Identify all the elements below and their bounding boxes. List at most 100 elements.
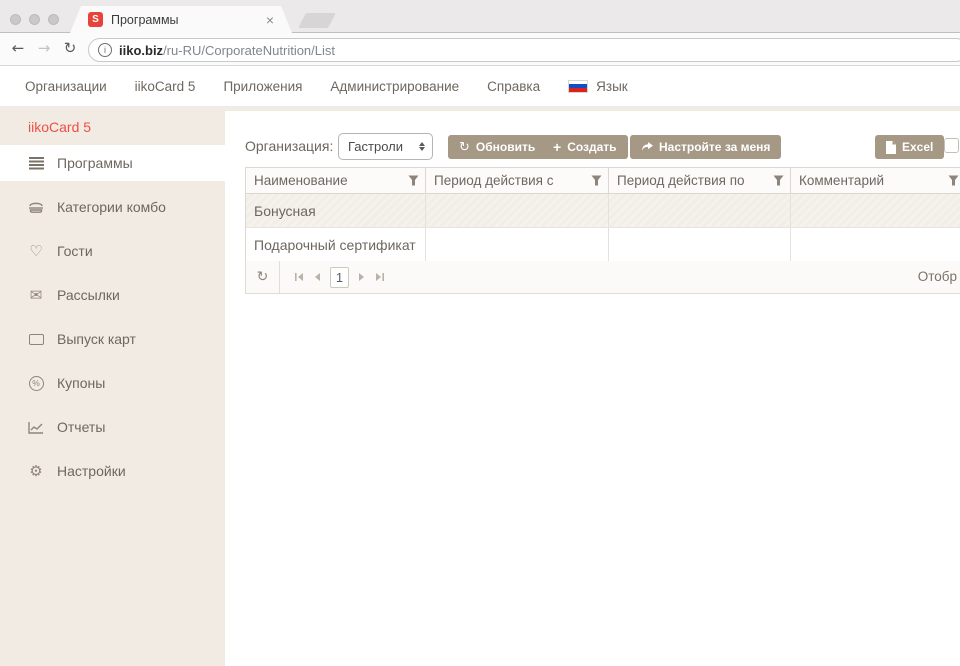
browser-toolbar: ← → ↻ i iiko.biz/ru-RU/CorporateNutritio… xyxy=(0,33,960,66)
sidebar-item-label: Категории комбо xyxy=(57,199,166,215)
next-page-icon[interactable] xyxy=(358,272,366,282)
column-header-comment[interactable]: Комментарий xyxy=(791,168,960,193)
list-icon xyxy=(26,157,46,170)
sidebar-item-label: Отчеты xyxy=(57,419,105,435)
url-path: /ru-RU/CorporateNutrition/List xyxy=(163,43,335,58)
sidebar-item-reports[interactable]: Отчеты xyxy=(0,409,225,445)
site-navigation: Организации iikoCard 5 Приложения Админи… xyxy=(0,66,960,107)
nav-item-label: Администрирование xyxy=(330,79,459,94)
browser-tab-strip: S Программы × xyxy=(0,0,960,33)
browser-tab[interactable]: S Программы × xyxy=(70,6,292,33)
table-pager: ↻ 1 Отобр xyxy=(245,261,960,294)
sidebar-item-label: Купоны xyxy=(57,375,105,391)
sidebar: iikoCard 5 Программы Категории комбо ♡ Г… xyxy=(0,107,225,666)
table-header-row: Наименование Период действия с Период де… xyxy=(246,168,960,194)
column-header-name[interactable]: Наименование xyxy=(246,168,426,193)
column-header-label: Период действия по xyxy=(617,173,745,188)
sidebar-item-programs[interactable]: Программы xyxy=(0,145,225,181)
nav-item-applications[interactable]: Приложения xyxy=(223,79,302,94)
column-header-label: Наименование xyxy=(254,173,348,188)
sidebar-item-label: Гости xyxy=(57,243,93,259)
filter-icon[interactable] xyxy=(948,175,959,186)
sidebar-item-label: Программы xyxy=(57,155,133,171)
back-icon[interactable]: ← xyxy=(8,39,28,57)
page-info-icon[interactable]: i xyxy=(98,43,112,57)
sidebar-item-coupons[interactable]: % Купоны xyxy=(0,365,225,401)
url-text: iiko.biz/ru-RU/CorporateNutrition/List xyxy=(119,43,335,58)
window-zoom-button[interactable] xyxy=(48,14,59,25)
nav-item-language[interactable]: Язык xyxy=(568,79,628,94)
window-close-button[interactable] xyxy=(10,14,21,25)
nav-item-label: iikoCard 5 xyxy=(135,79,196,94)
forward-arrow-icon xyxy=(641,142,653,152)
nav-item-help[interactable]: Справка xyxy=(487,79,540,94)
excel-option-checkbox[interactable] xyxy=(944,138,959,153)
organization-label: Организация: xyxy=(245,138,333,154)
cell-period-to xyxy=(609,228,791,262)
cell-name: Подарочный сертификат xyxy=(246,228,426,262)
previous-page-icon[interactable] xyxy=(313,272,321,282)
heart-icon: ♡ xyxy=(26,242,46,260)
pager-refresh-icon[interactable]: ↻ xyxy=(246,261,280,293)
sidebar-item-label: Выпуск карт xyxy=(57,331,136,347)
filter-icon[interactable] xyxy=(591,175,602,186)
organization-select[interactable]: Гастроли xyxy=(338,133,433,160)
sidebar-menu: Программы Категории комбо ♡ Гости ✉ Расс… xyxy=(0,145,225,497)
current-page-button[interactable]: 1 xyxy=(330,267,349,288)
percent-icon: % xyxy=(26,376,46,391)
nav-item-label: Организации xyxy=(25,79,107,94)
combo-icon xyxy=(26,201,46,213)
nav-item-iikocard[interactable]: iikoCard 5 xyxy=(135,79,196,94)
refresh-icon: ↻ xyxy=(459,140,470,155)
sidebar-heading: iikoCard 5 xyxy=(28,119,91,135)
sidebar-item-combo-categories[interactable]: Категории комбо xyxy=(0,189,225,225)
setup-for-me-button-label: Настройте за меня xyxy=(659,140,770,154)
column-header-label: Комментарий xyxy=(799,173,884,188)
column-header-period-to[interactable]: Период действия по xyxy=(609,168,791,193)
site-favicon-icon: S xyxy=(88,12,103,27)
pager-status-text: Отобр xyxy=(918,269,957,284)
cell-name: Бонусная xyxy=(246,194,426,227)
column-header-period-from[interactable]: Период действия с xyxy=(426,168,609,193)
nav-item-label: Приложения xyxy=(223,79,302,94)
cell-comment xyxy=(791,228,960,262)
url-domain: iiko.biz xyxy=(119,43,163,58)
reload-icon[interactable]: ↻ xyxy=(60,39,80,57)
russian-flag-icon xyxy=(568,80,588,93)
cell-period-from xyxy=(426,228,609,262)
sidebar-item-mailings[interactable]: ✉ Рассылки xyxy=(0,277,225,313)
sidebar-item-label: Настройки xyxy=(57,463,126,479)
table-row[interactable]: Подарочный сертификат xyxy=(246,228,960,262)
nav-item-organizations[interactable]: Организации xyxy=(25,79,107,94)
new-tab-button[interactable] xyxy=(298,13,336,28)
sidebar-item-settings[interactable]: ⚙ Настройки xyxy=(0,453,225,489)
refresh-button[interactable]: ↻ Обновить xyxy=(448,135,546,159)
sidebar-item-card-issue[interactable]: Выпуск карт xyxy=(0,321,225,357)
programs-table: Наименование Период действия с Период де… xyxy=(245,167,960,263)
window-controls xyxy=(10,14,59,25)
browser-window: S Программы × ← → ↻ i iiko.biz/ru-RU/Cor… xyxy=(0,0,960,666)
first-page-icon[interactable] xyxy=(294,272,304,282)
envelope-icon: ✉ xyxy=(26,286,46,304)
refresh-button-label: Обновить xyxy=(476,140,535,154)
excel-export-button[interactable]: Excel xyxy=(875,135,944,159)
sidebar-item-guests[interactable]: ♡ Гости xyxy=(0,233,225,269)
tab-close-icon[interactable]: × xyxy=(266,13,274,27)
excel-button-label: Excel xyxy=(902,140,933,154)
create-button-label: Создать xyxy=(567,140,616,154)
plus-icon: + xyxy=(553,139,561,155)
filter-icon[interactable] xyxy=(773,175,784,186)
setup-for-me-button[interactable]: Настройте за меня xyxy=(630,135,781,159)
cell-comment xyxy=(791,194,960,227)
main-content: Организация: Гастроли ↻ Обновить + Созда… xyxy=(225,107,960,666)
address-bar[interactable]: i iiko.biz/ru-RU/CorporateNutrition/List xyxy=(88,38,960,62)
last-page-icon[interactable] xyxy=(375,272,385,282)
filter-icon[interactable] xyxy=(408,175,419,186)
create-button[interactable]: + Создать xyxy=(542,135,628,159)
table-row[interactable]: Бонусная xyxy=(246,194,960,228)
forward-icon[interactable]: → xyxy=(34,39,54,57)
window-minimize-button[interactable] xyxy=(29,14,40,25)
nav-item-administration[interactable]: Администрирование xyxy=(330,79,459,94)
nav-item-label: Язык xyxy=(596,79,628,94)
column-header-label: Период действия с xyxy=(434,173,553,188)
